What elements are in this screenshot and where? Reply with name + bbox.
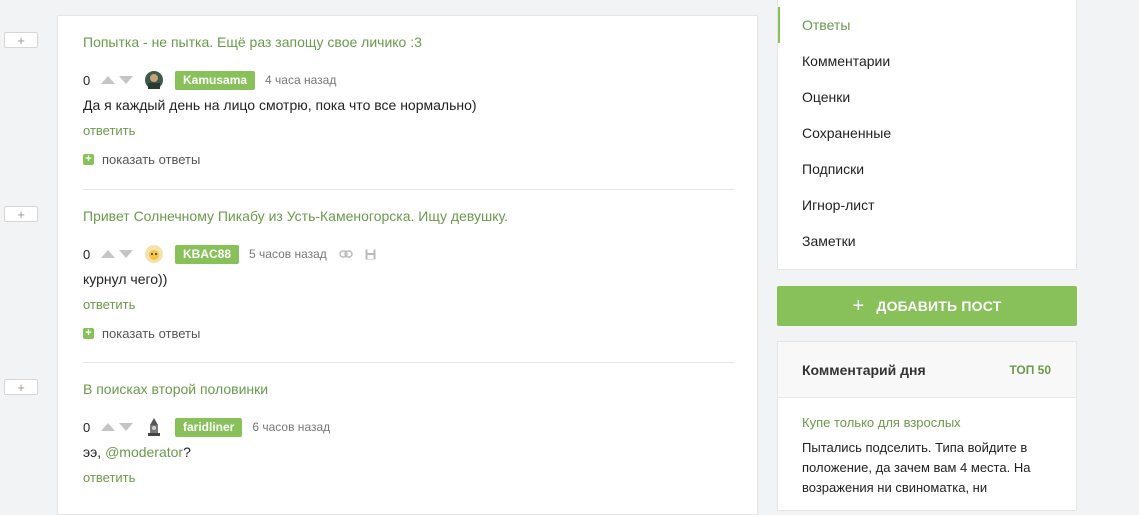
add-post-button[interactable]: + ДОБАВИТЬ ПОСТ bbox=[777, 286, 1077, 326]
comment-of-day-text: Пытались подселить. Типа войдите в полож… bbox=[802, 440, 1031, 495]
sidebar-item-ratings[interactable]: Оценки bbox=[778, 79, 1076, 115]
comment-meta: 0 faridliner 6 часов назад bbox=[83, 416, 330, 438]
sidebar-item-notes[interactable]: Заметки bbox=[778, 223, 1076, 259]
plus-icon: + bbox=[852, 294, 865, 317]
comment-text-prefix: ээ, bbox=[83, 444, 106, 460]
comment-time[interactable]: 5 часов назад bbox=[249, 247, 327, 261]
comment-item: Попытка - не пытка. Ещё раз запощу свое … bbox=[83, 33, 734, 167]
vote-up-icon[interactable] bbox=[101, 423, 115, 431]
comment-time[interactable]: 6 часов назад bbox=[252, 420, 330, 434]
comment-rating: 0 bbox=[83, 419, 91, 435]
show-replies-label: показать ответы bbox=[102, 326, 201, 341]
comment-text: Да я каждый день на лицо смотрю, пока чт… bbox=[83, 97, 477, 113]
comments-feed: Попытка - не пытка. Ещё раз запощу свое … bbox=[57, 15, 758, 515]
comment-item: В поисках второй половинки 0 faridliner … bbox=[83, 380, 734, 485]
vote-down-icon[interactable] bbox=[119, 250, 133, 258]
avatar[interactable] bbox=[145, 245, 163, 263]
username-badge[interactable]: KBAC88 bbox=[175, 244, 240, 264]
comment-item: Привет Солнечному Пикабу из Усть-Каменог… bbox=[83, 207, 734, 341]
comment-meta: 0 KBAC88 5 часов назад bbox=[83, 243, 376, 265]
top-50-link[interactable]: ТОП 50 bbox=[1009, 363, 1051, 377]
add-post-label: ДОБАВИТЬ ПОСТ bbox=[876, 298, 1002, 314]
vote-down-icon[interactable] bbox=[119, 76, 133, 84]
sidebar-menu: Ответы Комментарии Оценки Сохраненные По… bbox=[777, 0, 1077, 270]
sidebar-item-answers[interactable]: Ответы bbox=[778, 7, 1076, 43]
sidebar-item-subscriptions[interactable]: Подписки bbox=[778, 151, 1076, 187]
comment-rating: 0 bbox=[83, 246, 91, 262]
username-badge[interactable]: faridliner bbox=[175, 417, 243, 437]
avatar[interactable] bbox=[145, 71, 163, 89]
widget-header: Комментарий дня ТОП 50 bbox=[778, 342, 1076, 398]
plus-icon: + bbox=[83, 328, 94, 339]
vote-up-icon[interactable] bbox=[101, 250, 115, 258]
comment-rating: 0 bbox=[83, 72, 91, 88]
widget-title: Комментарий дня bbox=[802, 362, 926, 378]
vote-down-icon[interactable] bbox=[119, 423, 133, 431]
comment-text-suffix: ? bbox=[183, 444, 191, 460]
expand-thread-button[interactable]: + bbox=[4, 32, 38, 48]
vote-up-icon[interactable] bbox=[101, 76, 115, 84]
comment-of-day-post-link[interactable]: Купе только для взрослых bbox=[802, 415, 961, 430]
reply-link[interactable]: ответить bbox=[83, 297, 135, 312]
divider bbox=[83, 362, 734, 363]
show-replies-button[interactable]: + показать ответы bbox=[83, 326, 200, 341]
reply-link[interactable]: ответить bbox=[83, 470, 135, 485]
save-icon[interactable] bbox=[365, 249, 376, 260]
comment-post-title[interactable]: В поисках второй половинки bbox=[83, 380, 734, 398]
show-replies-label: показать ответы bbox=[102, 152, 201, 167]
divider bbox=[83, 189, 734, 190]
show-replies-button[interactable]: + показать ответы bbox=[83, 152, 200, 167]
comment-text: курнул чего)) bbox=[83, 271, 168, 287]
sidebar-item-comments[interactable]: Комментарии bbox=[778, 43, 1076, 79]
sidebar-item-ignore-list[interactable]: Игнор-лист bbox=[778, 187, 1076, 223]
user-mention-link[interactable]: @moderator bbox=[105, 444, 183, 460]
comment-post-title[interactable]: Попытка - не пытка. Ещё раз запощу свое … bbox=[83, 33, 734, 51]
plus-icon: + bbox=[83, 154, 94, 165]
avatar[interactable] bbox=[145, 418, 163, 436]
expand-thread-button[interactable]: + bbox=[4, 379, 38, 395]
comment-post-title[interactable]: Привет Солнечному Пикабу из Усть-Каменог… bbox=[83, 207, 734, 225]
comment-time[interactable]: 4 часа назад bbox=[265, 73, 336, 87]
reply-link[interactable]: ответить bbox=[83, 123, 135, 138]
comment-meta: 0 Kamusama 4 часа назад bbox=[83, 69, 336, 91]
sidebar-item-saved[interactable]: Сохраненные bbox=[778, 115, 1076, 151]
comment-of-day-widget: Комментарий дня ТОП 50 Купе только для в… bbox=[777, 341, 1077, 511]
link-icon[interactable] bbox=[339, 249, 353, 259]
expand-thread-button[interactable]: + bbox=[4, 206, 38, 222]
comment-text: ээ, @moderator? bbox=[83, 444, 191, 460]
username-badge[interactable]: Kamusama bbox=[175, 70, 256, 90]
